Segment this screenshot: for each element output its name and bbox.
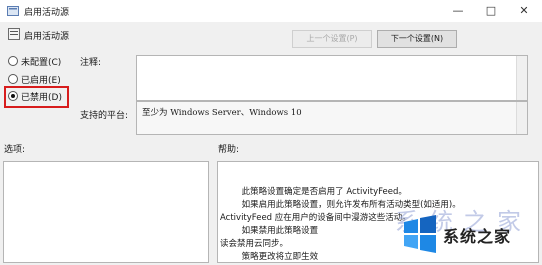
maximize-button[interactable]: □ — [475, 0, 507, 22]
comment-field[interactable] — [136, 55, 528, 101]
options-label: 选项: — [4, 145, 26, 155]
close-button[interactable]: ✕ — [508, 0, 540, 22]
help-line: 读会禁用云同步。 — [220, 239, 289, 249]
help-line: 策略更改将立即生效 — [220, 252, 319, 262]
platform-scrollbar[interactable] — [516, 102, 527, 134]
highlight-box — [4, 86, 69, 108]
policy-setting-icon — [8, 28, 20, 40]
radio-label: 已启用(E) — [21, 76, 61, 86]
comment-scrollbar[interactable] — [516, 56, 527, 100]
next-setting-button[interactable]: 下一个设置(N) — [377, 30, 457, 48]
watermark-logo-icon — [400, 214, 440, 254]
help-line: 如果禁用此策略设置 — [220, 226, 319, 236]
platform-label: 支持的平台: — [80, 111, 129, 121]
policy-name: 启用活动源 — [24, 32, 70, 42]
radio-circle — [8, 74, 18, 84]
radio-not-configured[interactable]: 未配置(C) — [8, 56, 61, 69]
help-line: 此策略设置确定是否启用了 ActivityFeed。 — [220, 187, 407, 197]
window-title: 启用活动源 — [24, 8, 70, 18]
comment-label: 注释: — [80, 58, 102, 68]
radio-circle — [8, 56, 18, 66]
help-line: ActivityFeed 应在用户的设备间中漫游这些活动。 — [220, 213, 411, 223]
minimize-button[interactable]: — — [442, 0, 474, 22]
help-label: 帮助: — [218, 145, 240, 155]
previous-setting-button[interactable]: 上一个设置(P) — [292, 30, 372, 48]
radio-label: 未配置(C) — [21, 58, 62, 68]
watermark-text: 系统之家 — [443, 227, 512, 246]
options-pane[interactable] — [3, 161, 209, 263]
platform-value: 至少为 Windows Server、Windows 10 — [142, 108, 302, 118]
policy-window-icon — [7, 5, 19, 17]
